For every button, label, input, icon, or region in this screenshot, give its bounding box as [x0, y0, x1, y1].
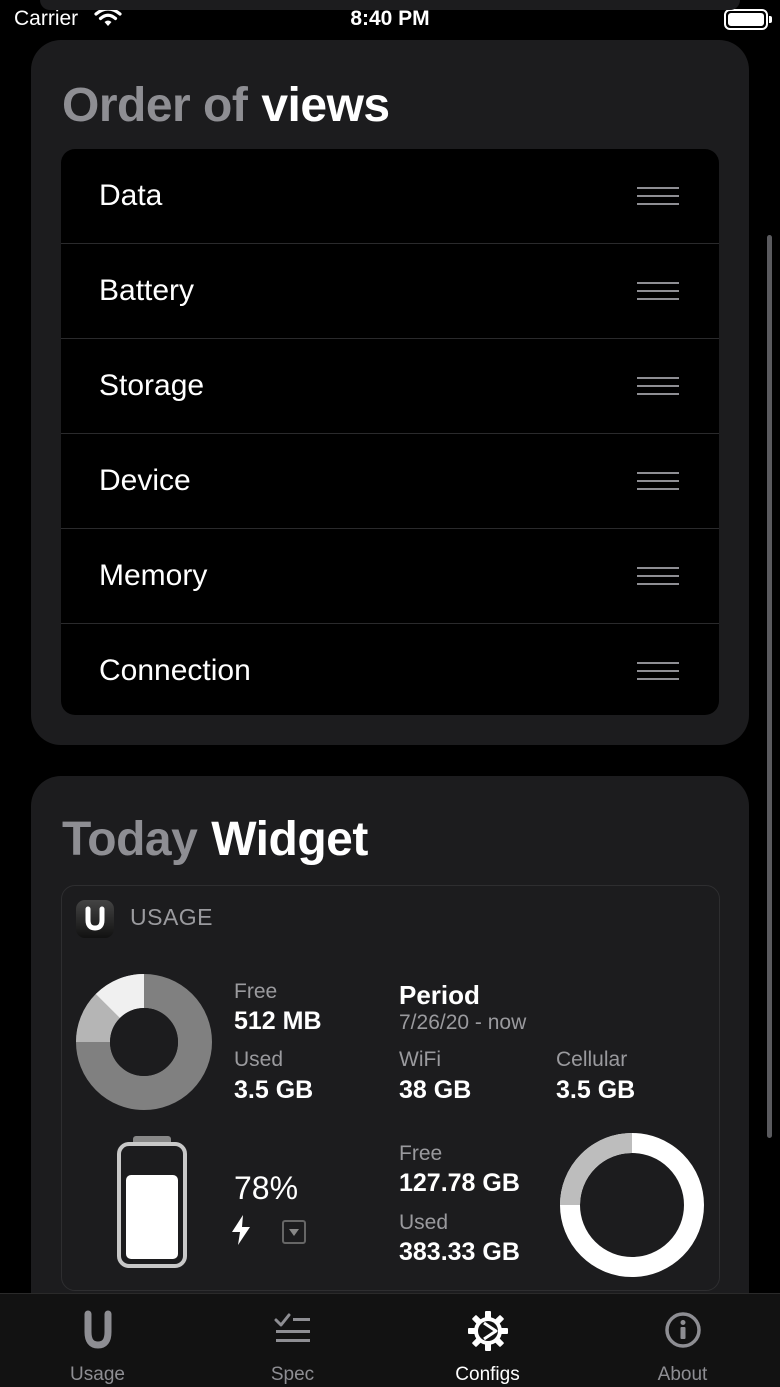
order-row-label: Storage	[99, 369, 205, 402]
widget-card-title-grey: Today	[62, 813, 198, 866]
drag-handle-icon[interactable]	[637, 187, 679, 207]
charging-bolt-icon	[230, 1214, 252, 1251]
order-row-data[interactable]: Data	[61, 149, 719, 244]
drag-handle-icon[interactable]	[637, 662, 679, 682]
order-row-label: Data	[99, 179, 163, 212]
order-row-battery[interactable]: Battery	[61, 244, 719, 339]
data-wifi-value: 38 GB	[399, 1076, 472, 1104]
order-card-title-white: views	[261, 79, 390, 132]
order-row-memory[interactable]: Memory	[61, 529, 719, 624]
order-card-title: Order of views	[62, 78, 390, 133]
spec-list-icon	[195, 1310, 390, 1350]
storage-free-value: 127.78 GB	[399, 1169, 520, 1197]
today-widget-card: Today Widget USAGE Free 512 MB Used 3.5 G…	[31, 776, 749, 1336]
battery-status-icon	[724, 9, 772, 30]
data-period-range: 7/26/20 - now	[399, 1011, 527, 1034]
battery-percent: 78%	[234, 1170, 299, 1206]
storage-ring-chart	[560, 1133, 704, 1277]
data-cellular-value: 3.5 GB	[556, 1076, 636, 1104]
widget-card-title-white: Widget	[211, 813, 368, 866]
drag-handle-icon[interactable]	[637, 377, 679, 397]
dropdown-toggle-icon[interactable]	[282, 1220, 306, 1244]
memory-used-label: Used	[234, 1048, 284, 1071]
data-wifi-label: WiFi	[399, 1048, 441, 1071]
drag-handle-icon[interactable]	[637, 282, 679, 302]
tab-label: About	[657, 1364, 708, 1385]
order-row-label: Memory	[99, 559, 208, 592]
info-icon	[585, 1310, 780, 1350]
memory-free-label: Free	[234, 980, 278, 1003]
memory-used-value: 3.5 GB	[234, 1076, 314, 1104]
storage-used-value: 383.33 GB	[399, 1238, 520, 1266]
storage-used-label: Used	[399, 1211, 449, 1234]
tab-label: Spec	[270, 1364, 315, 1385]
storage-free-label: Free	[399, 1142, 443, 1165]
memory-pie-chart	[76, 974, 212, 1110]
memory-free-value: 512 MB	[234, 1007, 322, 1035]
order-card-title-grey: Order of	[62, 79, 248, 132]
data-cellular-label: Cellular	[556, 1048, 628, 1071]
order-row-label: Battery	[99, 274, 195, 307]
battery-level-fill	[126, 1174, 178, 1259]
drag-handle-icon[interactable]	[637, 472, 679, 492]
previous-card-edge	[40, 0, 740, 10]
tab-bar: Usage Spec Configs About	[0, 1293, 780, 1387]
tab-configs[interactable]: Configs	[390, 1294, 585, 1387]
drag-handle-icon[interactable]	[637, 567, 679, 587]
widget-preview: USAGE Free 512 MB Used 3.5 GB Period 7/2…	[61, 885, 720, 1291]
usage-u-icon	[0, 1310, 195, 1350]
tab-usage[interactable]: Usage	[0, 1294, 195, 1387]
gear-icon	[390, 1310, 585, 1351]
order-of-views-card: Order of views Data Battery Storage Devic…	[31, 40, 749, 745]
order-row-label: Connection	[99, 654, 251, 687]
order-list: Data Battery Storage Device Memory Conne…	[61, 149, 719, 715]
widget-app-name: USAGE	[130, 904, 214, 930]
order-row-storage[interactable]: Storage	[61, 339, 719, 434]
data-period-label: Period	[399, 980, 480, 1010]
scrollbar[interactable]	[767, 235, 772, 1138]
tab-about[interactable]: About	[585, 1294, 780, 1387]
battery-level-icon	[117, 1142, 187, 1268]
tab-label: Configs	[455, 1364, 520, 1385]
usage-logo-icon	[76, 900, 114, 938]
order-row-connection[interactable]: Connection	[61, 624, 719, 715]
status-time: 8:40 PM	[350, 7, 430, 30]
order-row-label: Device	[99, 464, 191, 497]
widget-card-title: Today Widget	[62, 812, 368, 867]
order-row-device[interactable]: Device	[61, 434, 719, 529]
tab-spec[interactable]: Spec	[195, 1294, 390, 1387]
tab-label: Usage	[70, 1364, 125, 1385]
